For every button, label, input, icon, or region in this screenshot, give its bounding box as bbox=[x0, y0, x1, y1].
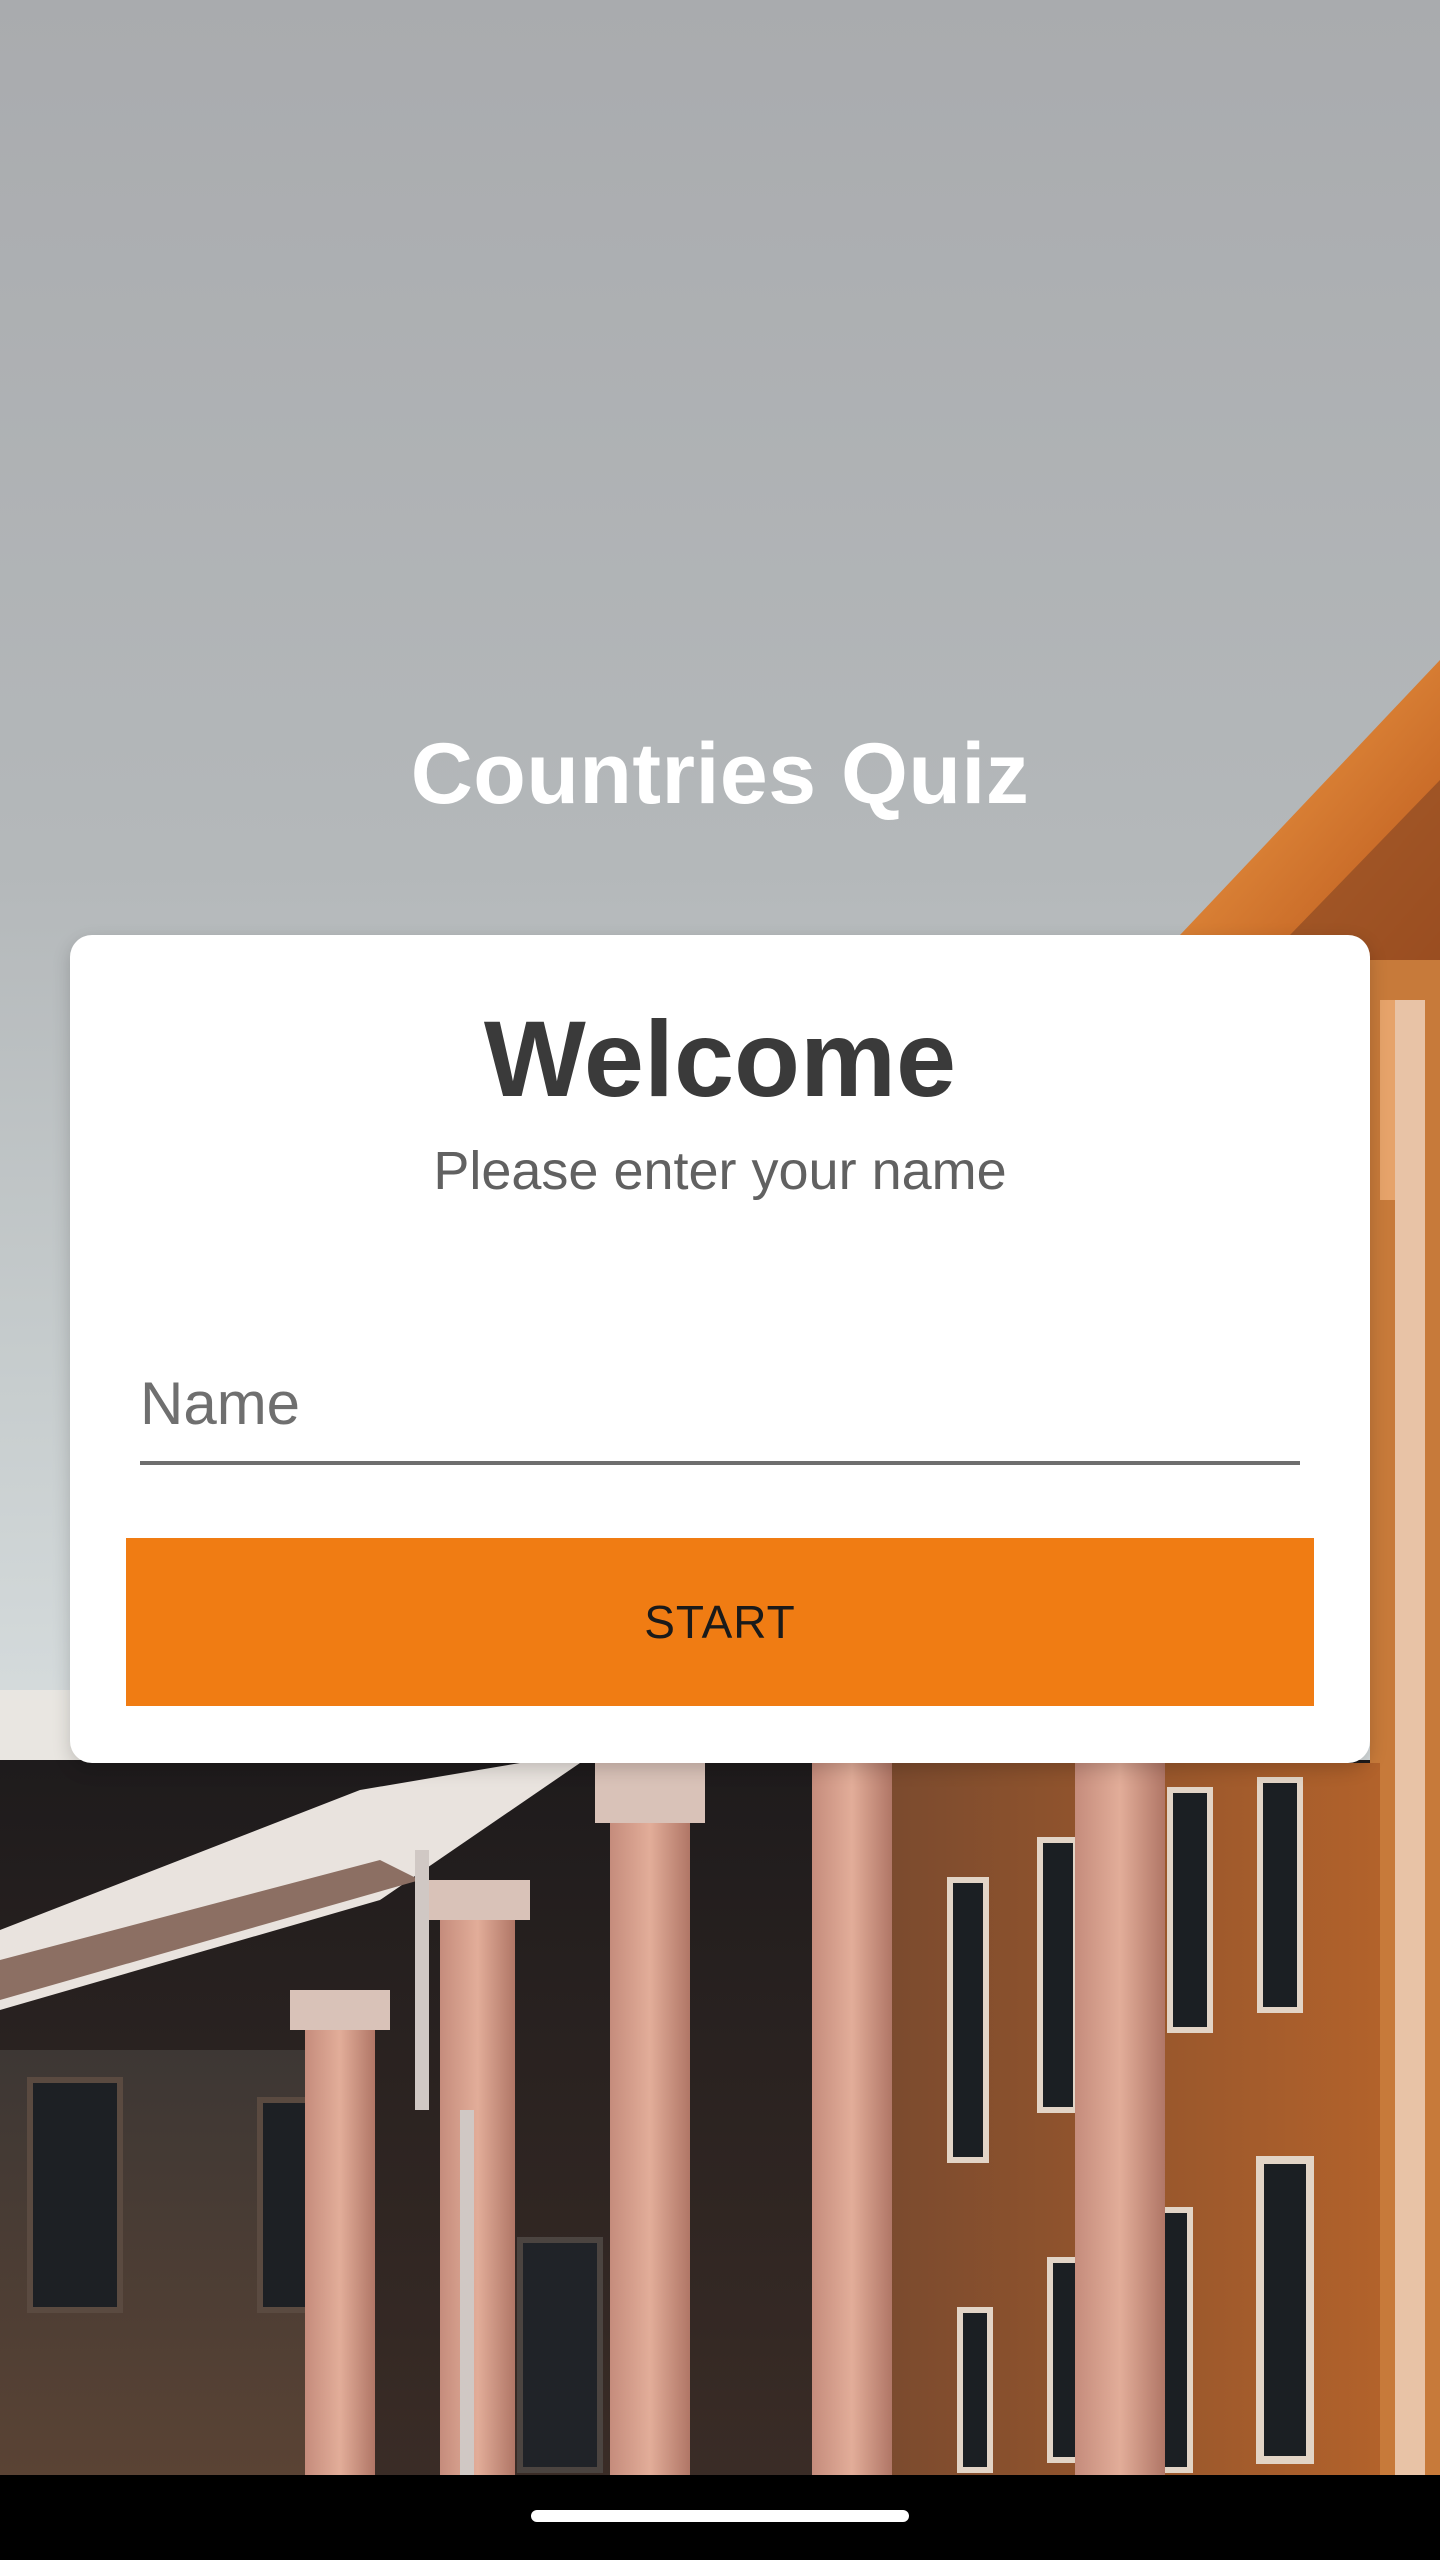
start-button[interactable]: START bbox=[126, 1538, 1314, 1706]
welcome-card: Welcome Please enter your name START bbox=[70, 935, 1370, 1763]
system-navigation-bar bbox=[0, 2475, 1440, 2560]
name-input[interactable] bbox=[140, 1355, 1300, 1465]
welcome-subtitle: Please enter your name bbox=[433, 1141, 1007, 1201]
app-title: Countries Quiz bbox=[410, 726, 1030, 822]
home-gesture-handle[interactable] bbox=[531, 2510, 909, 2522]
welcome-heading: Welcome bbox=[483, 998, 957, 1119]
screen: Countries Quiz Welcome Please enter your… bbox=[0, 0, 1440, 2560]
